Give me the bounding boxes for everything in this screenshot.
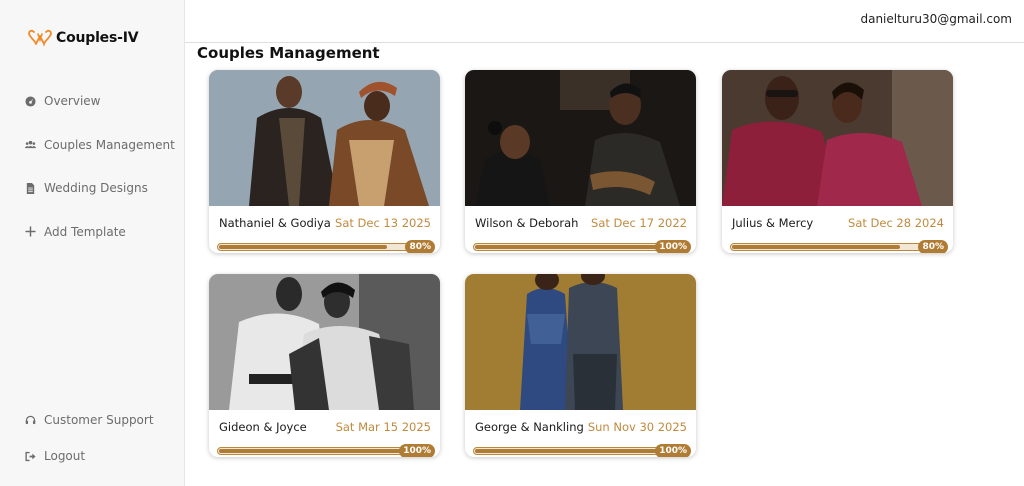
sidebar-item-add-template[interactable]: Add Template — [25, 223, 175, 241]
progress-track — [730, 243, 945, 251]
progress-bar: 80% — [217, 240, 435, 253]
brand[interactable]: Couples-IV — [28, 28, 139, 48]
top-bar: danielturu30@gmail.com — [185, 0, 1024, 43]
couple-card[interactable]: Nathaniel & Godiya Sat Dec 13 2025 80% — [209, 70, 440, 253]
couple-card[interactable]: Wilson & Deborah Sat Dec 17 2022 100% — [465, 70, 696, 253]
couple-card[interactable]: Julius & Mercy Sat Dec 28 2024 80% — [722, 70, 953, 253]
sidebar-item-label: Logout — [44, 449, 86, 463]
progress-bar: 80% — [730, 240, 948, 253]
plus-icon — [25, 226, 36, 237]
progress-bar: 100% — [217, 444, 435, 457]
sidebar-bottom-nav: Customer Support Logout — [25, 411, 154, 483]
couple-photo — [209, 274, 440, 410]
couple-names: George & Nankling — [475, 420, 584, 434]
sidebar-item-label: Customer Support — [44, 413, 154, 427]
wedding-date: Sat Dec 17 2022 — [591, 216, 687, 230]
sidebar-item-label: Wedding Designs — [44, 181, 148, 195]
wedding-date: Sat Dec 28 2024 — [848, 216, 944, 230]
document-icon — [26, 182, 35, 194]
sidebar-item-customer-support[interactable]: Customer Support — [25, 411, 154, 429]
brand-name: Couples-IV — [56, 30, 139, 46]
hearts-logo-icon — [28, 29, 52, 47]
wedding-date: Sat Mar 15 2025 — [335, 420, 431, 434]
headset-icon — [25, 415, 36, 424]
logout-icon — [25, 451, 36, 461]
couple-names: Gideon & Joyce — [219, 420, 307, 434]
sidebar-item-wedding-designs[interactable]: Wedding Designs — [25, 179, 175, 197]
sidebar: Couples-IV Overview Couples Management W… — [0, 0, 185, 486]
couple-names: Nathaniel & Godiya — [219, 216, 331, 230]
sidebar-item-overview[interactable]: Overview — [25, 92, 175, 110]
sidebar-item-logout[interactable]: Logout — [25, 447, 154, 465]
progress-bar: 100% — [473, 240, 691, 253]
couple-names: Wilson & Deborah — [475, 216, 579, 230]
dashboard-icon — [25, 95, 36, 107]
page-title: Couples Management — [197, 44, 380, 62]
progress-label: 100% — [655, 240, 691, 253]
progress-fill — [732, 245, 901, 249]
progress-label: 100% — [655, 444, 691, 457]
sidebar-item-couples-management[interactable]: Couples Management — [25, 136, 175, 154]
couple-names: Julius & Mercy — [732, 216, 814, 230]
sidebar-item-label: Couples Management — [44, 137, 175, 152]
couple-card[interactable]: Gideon & Joyce Sat Mar 15 2025 100% — [209, 274, 440, 457]
progress-fill — [219, 245, 388, 249]
progress-label: 100% — [399, 444, 435, 457]
couple-photo — [209, 70, 440, 206]
progress-label: 80% — [405, 240, 435, 253]
wedding-date: Sun Nov 30 2025 — [587, 420, 687, 434]
users-icon — [25, 140, 36, 149]
sidebar-item-label: Add Template — [44, 224, 126, 239]
couple-photo — [465, 274, 696, 410]
couple-card[interactable]: George & Nankling Sun Nov 30 2025 100% — [465, 274, 696, 457]
couple-photo — [465, 70, 696, 206]
progress-label: 80% — [918, 240, 948, 253]
progress-track — [217, 243, 432, 251]
sidebar-nav: Overview Couples Management Wedding Desi… — [25, 92, 175, 266]
wedding-date: Sat Dec 13 2025 — [335, 216, 431, 230]
sidebar-item-label: Overview — [44, 94, 101, 108]
progress-bar: 100% — [473, 444, 691, 457]
user-email[interactable]: danielturu30@gmail.com — [860, 12, 1012, 26]
couple-photo — [722, 70, 953, 206]
